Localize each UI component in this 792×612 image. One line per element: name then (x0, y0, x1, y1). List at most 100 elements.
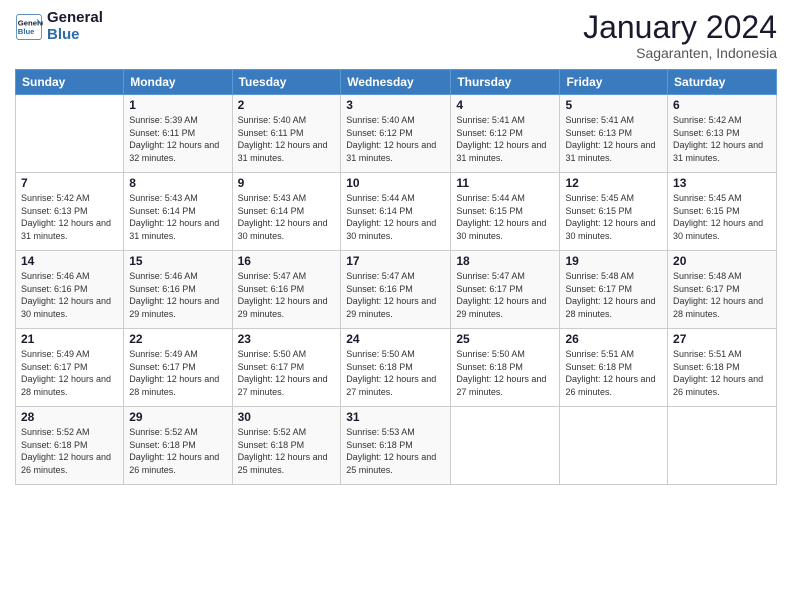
day-number: 23 (238, 332, 336, 346)
day-number: 29 (129, 410, 226, 424)
day-cell: 7 Sunrise: 5:42 AM Sunset: 6:13 PM Dayli… (16, 173, 124, 251)
day-cell: 21 Sunrise: 5:49 AM Sunset: 6:17 PM Dayl… (16, 329, 124, 407)
day-number: 13 (673, 176, 771, 190)
day-number: 11 (456, 176, 554, 190)
col-header-tuesday: Tuesday (232, 70, 341, 95)
week-row-3: 14 Sunrise: 5:46 AM Sunset: 6:16 PM Dayl… (16, 251, 777, 329)
day-info: Sunrise: 5:52 AM Sunset: 6:18 PM Dayligh… (21, 426, 118, 476)
day-number: 5 (565, 98, 662, 112)
day-info: Sunrise: 5:41 AM Sunset: 6:13 PM Dayligh… (565, 114, 662, 164)
day-number: 24 (346, 332, 445, 346)
day-cell: 6 Sunrise: 5:42 AM Sunset: 6:13 PM Dayli… (668, 95, 777, 173)
day-number: 7 (21, 176, 118, 190)
day-info: Sunrise: 5:46 AM Sunset: 6:16 PM Dayligh… (129, 270, 226, 320)
day-info: Sunrise: 5:41 AM Sunset: 6:12 PM Dayligh… (456, 114, 554, 164)
day-cell: 31 Sunrise: 5:53 AM Sunset: 6:18 PM Dayl… (341, 407, 451, 485)
day-cell: 28 Sunrise: 5:52 AM Sunset: 6:18 PM Dayl… (16, 407, 124, 485)
day-cell: 5 Sunrise: 5:41 AM Sunset: 6:13 PM Dayli… (560, 95, 668, 173)
day-cell: 30 Sunrise: 5:52 AM Sunset: 6:18 PM Dayl… (232, 407, 341, 485)
day-number: 15 (129, 254, 226, 268)
day-info: Sunrise: 5:47 AM Sunset: 6:16 PM Dayligh… (238, 270, 336, 320)
day-number: 28 (21, 410, 118, 424)
day-cell (560, 407, 668, 485)
location: Sagaranten, Indonesia (583, 45, 777, 61)
day-number: 8 (129, 176, 226, 190)
day-number: 1 (129, 98, 226, 112)
day-cell: 13 Sunrise: 5:45 AM Sunset: 6:15 PM Dayl… (668, 173, 777, 251)
day-cell: 3 Sunrise: 5:40 AM Sunset: 6:12 PM Dayli… (341, 95, 451, 173)
day-info: Sunrise: 5:52 AM Sunset: 6:18 PM Dayligh… (238, 426, 336, 476)
day-info: Sunrise: 5:45 AM Sunset: 6:15 PM Dayligh… (565, 192, 662, 242)
day-number: 19 (565, 254, 662, 268)
day-number: 22 (129, 332, 226, 346)
day-cell: 22 Sunrise: 5:49 AM Sunset: 6:17 PM Dayl… (124, 329, 232, 407)
day-info: Sunrise: 5:44 AM Sunset: 6:15 PM Dayligh… (456, 192, 554, 242)
page: General Blue General Blue January 2024 S… (0, 0, 792, 612)
day-cell: 9 Sunrise: 5:43 AM Sunset: 6:14 PM Dayli… (232, 173, 341, 251)
day-info: Sunrise: 5:42 AM Sunset: 6:13 PM Dayligh… (673, 114, 771, 164)
day-info: Sunrise: 5:40 AM Sunset: 6:12 PM Dayligh… (346, 114, 445, 164)
day-info: Sunrise: 5:48 AM Sunset: 6:17 PM Dayligh… (565, 270, 662, 320)
col-header-thursday: Thursday (451, 70, 560, 95)
day-number: 30 (238, 410, 336, 424)
day-info: Sunrise: 5:50 AM Sunset: 6:17 PM Dayligh… (238, 348, 336, 398)
day-number: 26 (565, 332, 662, 346)
month-title: January 2024 (583, 10, 777, 45)
day-info: Sunrise: 5:42 AM Sunset: 6:13 PM Dayligh… (21, 192, 118, 242)
day-number: 2 (238, 98, 336, 112)
day-cell (16, 95, 124, 173)
logo-blue: Blue (47, 27, 103, 44)
col-header-monday: Monday (124, 70, 232, 95)
day-number: 18 (456, 254, 554, 268)
svg-text:Blue: Blue (18, 27, 35, 36)
day-number: 31 (346, 410, 445, 424)
day-number: 10 (346, 176, 445, 190)
week-row-4: 21 Sunrise: 5:49 AM Sunset: 6:17 PM Dayl… (16, 329, 777, 407)
day-cell: 8 Sunrise: 5:43 AM Sunset: 6:14 PM Dayli… (124, 173, 232, 251)
day-number: 21 (21, 332, 118, 346)
day-info: Sunrise: 5:47 AM Sunset: 6:16 PM Dayligh… (346, 270, 445, 320)
day-cell: 25 Sunrise: 5:50 AM Sunset: 6:18 PM Dayl… (451, 329, 560, 407)
day-cell: 18 Sunrise: 5:47 AM Sunset: 6:17 PM Dayl… (451, 251, 560, 329)
day-number: 14 (21, 254, 118, 268)
day-number: 9 (238, 176, 336, 190)
logo-icon: General Blue (15, 13, 43, 41)
week-row-1: 1 Sunrise: 5:39 AM Sunset: 6:11 PM Dayli… (16, 95, 777, 173)
day-number: 3 (346, 98, 445, 112)
week-row-5: 28 Sunrise: 5:52 AM Sunset: 6:18 PM Dayl… (16, 407, 777, 485)
day-number: 6 (673, 98, 771, 112)
day-number: 4 (456, 98, 554, 112)
day-cell: 16 Sunrise: 5:47 AM Sunset: 6:16 PM Dayl… (232, 251, 341, 329)
day-cell: 19 Sunrise: 5:48 AM Sunset: 6:17 PM Dayl… (560, 251, 668, 329)
day-cell: 11 Sunrise: 5:44 AM Sunset: 6:15 PM Dayl… (451, 173, 560, 251)
day-info: Sunrise: 5:50 AM Sunset: 6:18 PM Dayligh… (346, 348, 445, 398)
col-header-friday: Friday (560, 70, 668, 95)
day-number: 27 (673, 332, 771, 346)
day-info: Sunrise: 5:52 AM Sunset: 6:18 PM Dayligh… (129, 426, 226, 476)
col-header-wednesday: Wednesday (341, 70, 451, 95)
col-header-saturday: Saturday (668, 70, 777, 95)
day-info: Sunrise: 5:53 AM Sunset: 6:18 PM Dayligh… (346, 426, 445, 476)
day-info: Sunrise: 5:45 AM Sunset: 6:15 PM Dayligh… (673, 192, 771, 242)
day-cell: 1 Sunrise: 5:39 AM Sunset: 6:11 PM Dayli… (124, 95, 232, 173)
day-info: Sunrise: 5:51 AM Sunset: 6:18 PM Dayligh… (673, 348, 771, 398)
day-number: 25 (456, 332, 554, 346)
week-row-2: 7 Sunrise: 5:42 AM Sunset: 6:13 PM Dayli… (16, 173, 777, 251)
day-info: Sunrise: 5:47 AM Sunset: 6:17 PM Dayligh… (456, 270, 554, 320)
day-number: 20 (673, 254, 771, 268)
logo: General Blue General Blue (15, 10, 103, 43)
calendar-table: SundayMondayTuesdayWednesdayThursdayFrid… (15, 69, 777, 485)
day-info: Sunrise: 5:44 AM Sunset: 6:14 PM Dayligh… (346, 192, 445, 242)
day-cell (668, 407, 777, 485)
title-block: January 2024 Sagaranten, Indonesia (583, 10, 777, 61)
day-info: Sunrise: 5:51 AM Sunset: 6:18 PM Dayligh… (565, 348, 662, 398)
day-info: Sunrise: 5:39 AM Sunset: 6:11 PM Dayligh… (129, 114, 226, 164)
day-info: Sunrise: 5:43 AM Sunset: 6:14 PM Dayligh… (129, 192, 226, 242)
day-info: Sunrise: 5:46 AM Sunset: 6:16 PM Dayligh… (21, 270, 118, 320)
day-info: Sunrise: 5:40 AM Sunset: 6:11 PM Dayligh… (238, 114, 336, 164)
day-cell (451, 407, 560, 485)
day-cell: 17 Sunrise: 5:47 AM Sunset: 6:16 PM Dayl… (341, 251, 451, 329)
day-cell: 15 Sunrise: 5:46 AM Sunset: 6:16 PM Dayl… (124, 251, 232, 329)
day-cell: 10 Sunrise: 5:44 AM Sunset: 6:14 PM Dayl… (341, 173, 451, 251)
day-cell: 27 Sunrise: 5:51 AM Sunset: 6:18 PM Dayl… (668, 329, 777, 407)
